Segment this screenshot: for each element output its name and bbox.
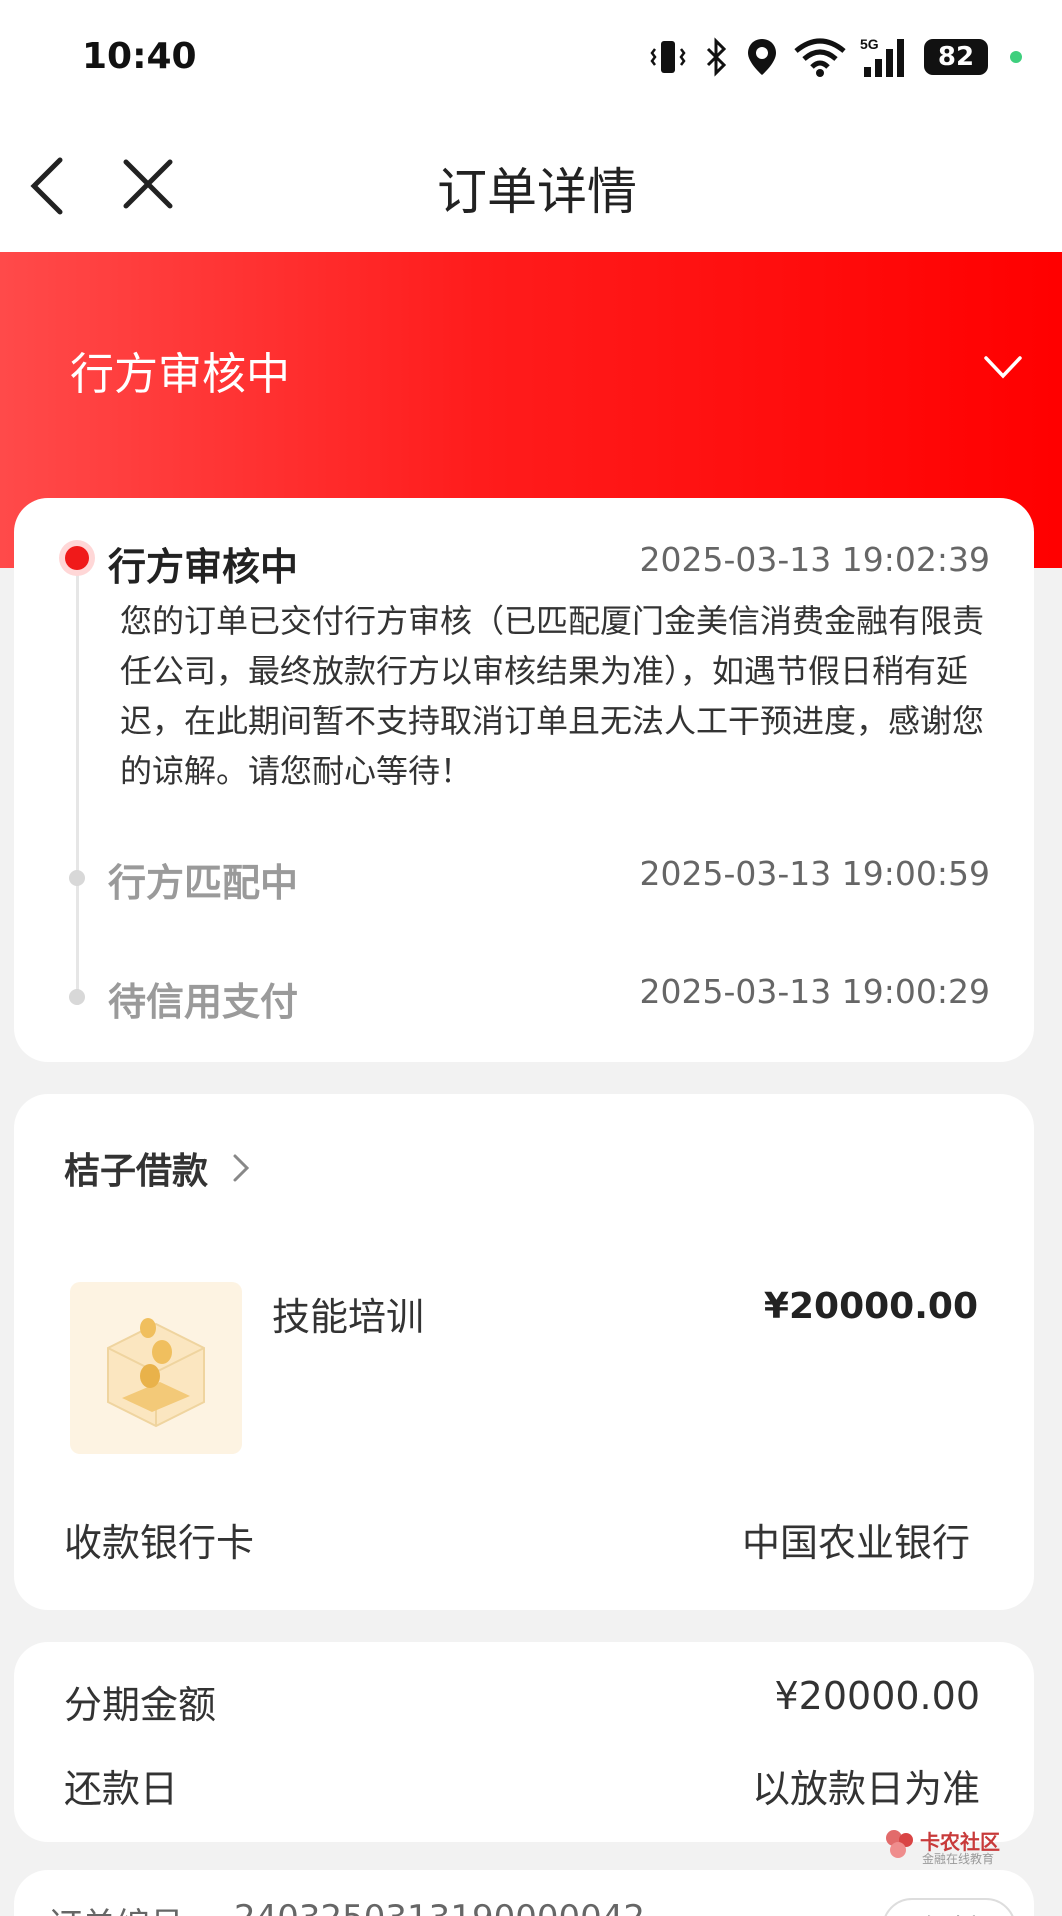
svg-text:5G: 5G xyxy=(860,36,879,52)
watermark: 卡农社区 金融在线教育 xyxy=(884,1826,1004,1866)
product-price: ¥20000.00 xyxy=(763,1286,978,1327)
product-image xyxy=(70,1282,242,1454)
bank-card-label: 收款银行卡 xyxy=(64,1521,255,1565)
order-number-value: 2403250313190000042 xyxy=(234,1898,645,1916)
bank-card-value: 中国农业银行 xyxy=(741,1521,970,1565)
installment-amount-label: 分期金额 xyxy=(64,1683,217,1727)
coin-box-icon xyxy=(107,1318,205,1428)
product-name: 技能培训 xyxy=(272,1295,425,1339)
timeline-dot xyxy=(69,989,85,1005)
repayment-date-label: 还款日 xyxy=(64,1767,179,1811)
timeline-step-time: 2025-03-13 19:00:29 xyxy=(639,972,990,1011)
bluetooth-icon xyxy=(706,37,727,77)
watermark-subtext: 金融在线教育 xyxy=(922,1852,995,1866)
timeline-step-title: 行方匹配中 xyxy=(108,861,299,905)
timeline-step-title: 待信用支付 xyxy=(108,980,299,1024)
timeline-dot xyxy=(69,870,85,886)
battery-level: 82 xyxy=(937,42,975,72)
timeline-step-time: 2025-03-13 19:00:59 xyxy=(639,854,990,893)
repayment-date-value: 以放款日为准 xyxy=(751,1767,980,1811)
status-bar: 10:40 5G 82 xyxy=(0,0,1062,110)
status-header-title: 行方审核中 xyxy=(70,349,290,400)
watermark-logo-icon xyxy=(886,1830,913,1858)
5g-signal-icon: 5G xyxy=(860,36,904,77)
installment-amount-value: ¥20000.00 xyxy=(774,1674,981,1718)
order-info-card: 订单编号 2403250313190000042 复制 xyxy=(14,1870,1034,1916)
privacy-indicator-dot xyxy=(1010,51,1022,63)
chevron-right-icon[interactable] xyxy=(230,1150,252,1186)
order-number-label: 订单编号 xyxy=(48,1898,184,1916)
progress-timeline-card: 行方审核中 2025-03-13 19:02:39 您的订单已交付行方审核（已匹… xyxy=(14,498,1034,1062)
nav-bar: 订单详情 xyxy=(0,110,1062,252)
status-icons: 5G 82 xyxy=(648,30,1022,84)
page-title: 订单详情 xyxy=(437,163,637,221)
installment-card: 分期金额 ¥20000.00 还款日 以放款日为准 xyxy=(14,1642,1034,1842)
vibrate-icon xyxy=(650,41,686,73)
timeline-line xyxy=(76,560,79,1005)
product-card: 桔子借款 技能培训 ¥20000.00 收款银行卡 中国农业银行 xyxy=(14,1094,1034,1610)
chevron-down-icon[interactable] xyxy=(982,352,1024,382)
timeline-step-description: 您的订单已交付行方审核（已匹配厦门金美信消费金融有限责任公司，最终放款行方以审核… xyxy=(120,602,985,790)
copy-order-button[interactable]: 复制 xyxy=(882,1898,1016,1916)
wifi-icon xyxy=(794,38,846,77)
timeline-step-title: 行方审核中 xyxy=(108,545,299,589)
location-icon xyxy=(748,39,776,75)
status-time: 10:40 xyxy=(82,36,197,77)
timeline-dot-active xyxy=(59,540,95,576)
battery-icon: 82 xyxy=(924,39,988,75)
timeline-step-time: 2025-03-13 19:02:39 xyxy=(639,540,990,579)
merchant-link[interactable]: 桔子借款 xyxy=(64,1142,208,1194)
